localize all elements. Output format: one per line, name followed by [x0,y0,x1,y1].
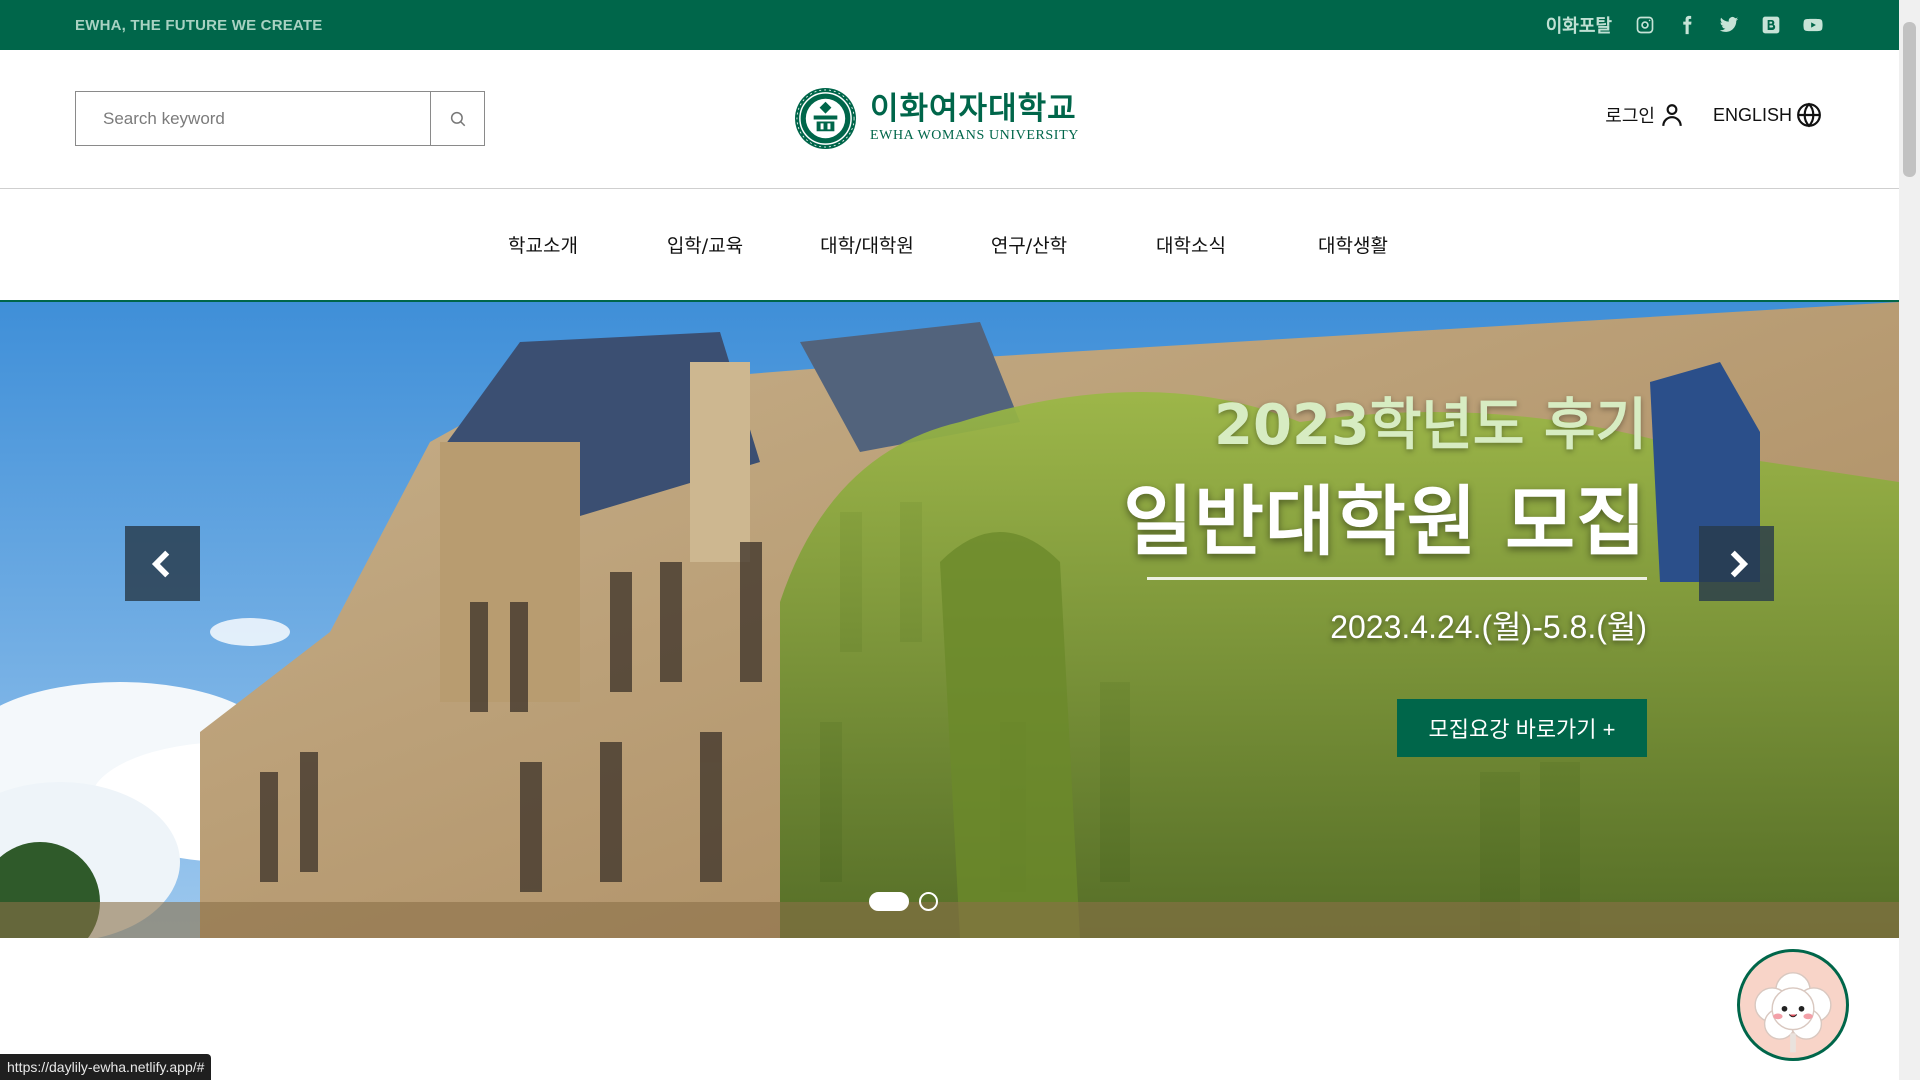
search-input[interactable] [76,92,430,145]
chevron-right-icon [1730,550,1748,577]
next-slide-button[interactable] [1699,526,1774,601]
scrollbar-thumb[interactable] [1903,22,1916,177]
top-bar: EWHA, THE FUTURE WE CREATE 이화포탈 [0,0,1899,50]
header: 이화여자대학교 EWHA WOMANS UNIVERSITY 로그인 ENGLI… [0,50,1899,189]
logo-text: 이화여자대학교 EWHA WOMANS UNIVERSITY [870,94,1079,143]
user-icon [1662,104,1682,126]
slogan-text: EWHA, THE FUTURE WE CREATE [75,16,323,34]
search-icon [450,111,465,126]
globe-icon [1797,102,1821,128]
main-navigation: 학교소개 입학/교육 대학/대학원 연구/산학 대학소식 대학생활 [0,189,1899,302]
nav-item-news[interactable]: 대학소식 [1110,231,1272,258]
youtube-icon[interactable] [1802,14,1824,36]
english-link[interactable]: ENGLISH [1713,102,1822,128]
page: EWHA, THE FUTURE WE CREATE 이화포탈 Search k… [0,0,1920,1080]
utility-menu: 로그인 ENGLISH [1605,102,1822,128]
sns-links [1634,14,1824,36]
flower-mascot-icon [1754,972,1832,1053]
logo-korean-name: 이화여자대학교 [870,91,1077,127]
recruitment-guide-button[interactable]: 모집요강 바로가기 + [1397,699,1647,757]
top-bar-right: 이화포탈 [1546,12,1824,38]
blog-icon[interactable] [1760,14,1782,36]
logo-english-name: EWHA WOMANS UNIVERSITY [870,128,1079,143]
hero-slider: 2023학년도 후기 일반대학원 모집 2023.4.24.(월)-5.8.(월… [0,302,1899,938]
university-logo[interactable]: 이화여자대학교 EWHA WOMANS UNIVERSITY [793,86,1079,151]
twitter-icon[interactable] [1718,14,1740,36]
nav-item-about[interactable]: 학교소개 [462,231,624,258]
hero-date: 2023.4.24.(월)-5.8.(월) [1330,609,1647,645]
nav-item-admission[interactable]: 입학/교육 [624,231,786,258]
chatbot-button[interactable] [1737,949,1849,1061]
hero-divider [1147,577,1647,580]
seal-icon [794,87,857,150]
slide-pagination [869,892,938,911]
facebook-icon[interactable] [1676,14,1698,36]
slide-dot-2[interactable] [919,892,938,911]
slide-dot-1[interactable] [869,892,909,911]
nav-list: 학교소개 입학/교육 대학/대학원 연구/산학 대학소식 대학생활 [462,189,1434,300]
nav-item-research[interactable]: 연구/산학 [948,231,1110,258]
hero-title-line2: 일반대학원 모집 [1123,477,1647,566]
previous-slide-button[interactable] [125,526,200,601]
login-label: 로그인 [1605,106,1655,127]
search-button[interactable] [430,92,484,145]
chevron-left-icon [151,550,169,577]
status-bar-url: https://daylily-ewha.netlify.app/# [0,1054,212,1080]
nav-item-colleges[interactable]: 대학/대학원 [786,231,948,258]
search-box [75,91,485,146]
portal-link[interactable]: 이화포탈 [1546,12,1612,38]
nav-item-campus-life[interactable]: 대학생활 [1272,231,1434,258]
instagram-icon[interactable] [1634,14,1656,36]
page-scrollbar[interactable] [1899,0,1920,1080]
login-link[interactable]: 로그인 [1605,102,1685,128]
english-label: ENGLISH [1712,104,1792,125]
hero-title-line1: 2023학년도 후기 [1214,393,1647,458]
